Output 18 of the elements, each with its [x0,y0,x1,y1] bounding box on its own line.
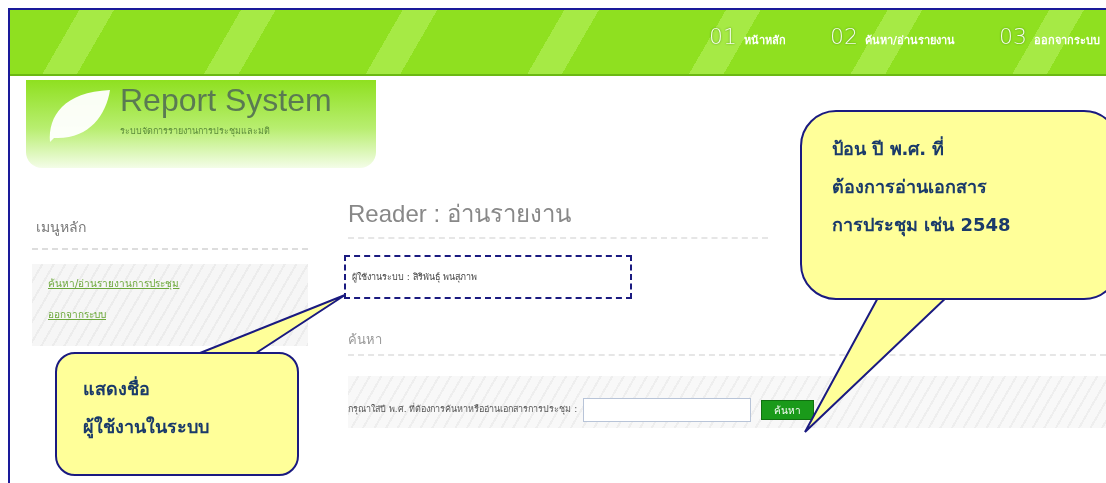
sidebar-link[interactable]: ออกจากระบบ [48,307,292,322]
nav-link[interactable]: 03 ออกจากระบบ [999,24,1100,49]
callout-text: การประชุม เช่น 2548 [832,213,1012,239]
logo-subtitle: ระบบจัดการรายงานการประชุมและมติ [120,125,271,138]
sidebar-link[interactable]: ค้นหา/อ่านรายงานการประชุม [48,276,292,291]
page-title: Reader : อ่านรายงาน [348,194,768,239]
callout-text: ต้องการอ่านเอกสาร [832,175,988,199]
nav-link[interactable]: 01 หน้าหลัก [708,24,786,49]
callout-text: ผู้ใช้งานในระบบ [83,415,210,441]
nav-link[interactable]: 02 ค้นหา/อ่านรายงาน [829,24,955,49]
search-label: กรุณาใส่ปี พ.ศ. ที่ต้องการค้นหาหรืออ่านเอกสารการประชุม : [348,402,578,417]
callout-text: ป้อน ปี พ.ศ. ที่ [832,135,946,161]
search-button[interactable]: ค้นหา [761,400,815,420]
callout-text: แสดงชื่อ [83,375,151,401]
user-name-text: ผู้ใช้งานระบบ : สิริพันธุ์ พนสุภาพ [352,271,477,284]
sidebar-heading: เมนูหลัก [32,212,308,250]
year-input-field[interactable] [583,398,752,422]
logo-title: Report System [120,81,332,120]
